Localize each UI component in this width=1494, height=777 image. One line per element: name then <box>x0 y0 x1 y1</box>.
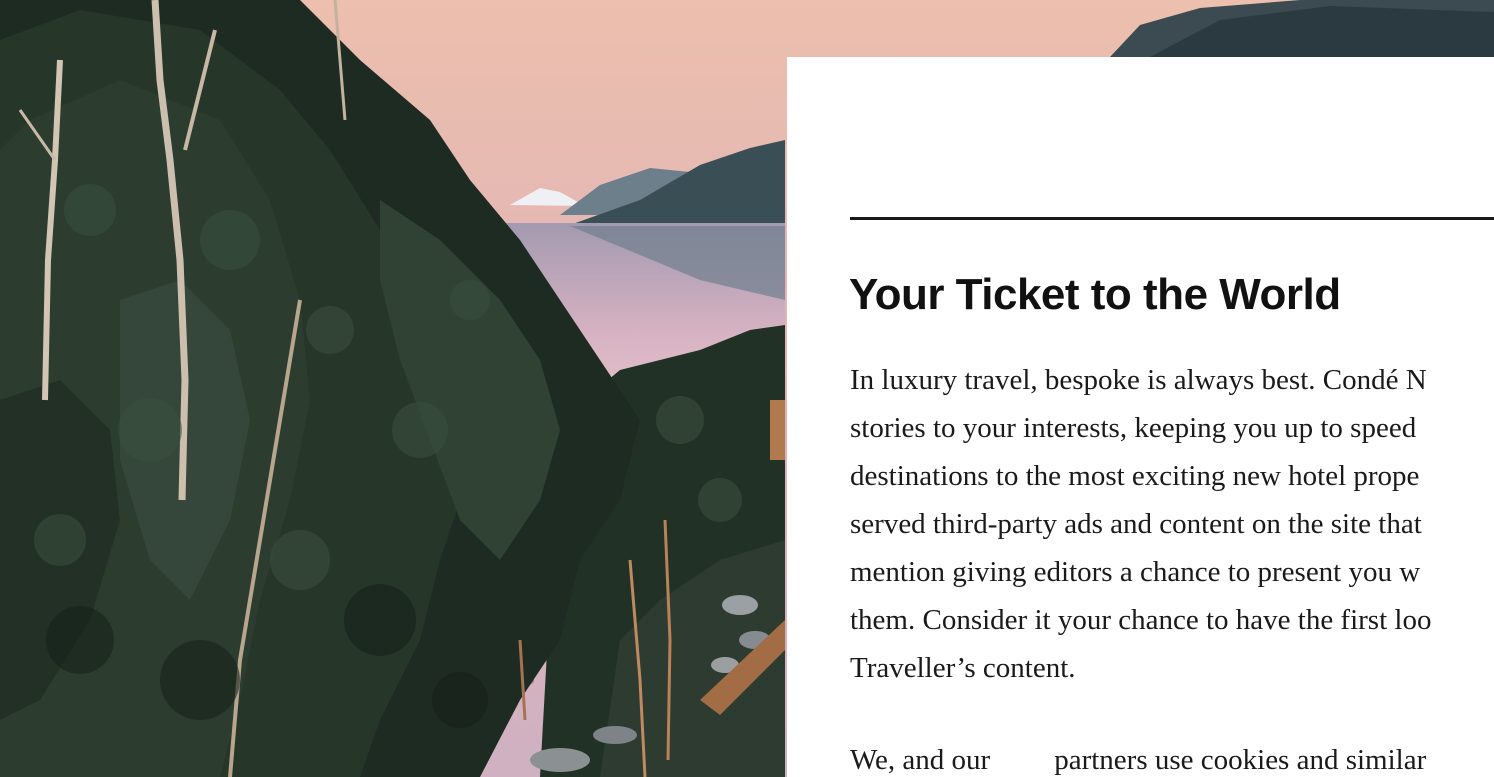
description-line: stories to your interests, keeping you u… <box>850 412 1417 444</box>
description-line: Traveller’s content. <box>850 652 1076 684</box>
description-line: destinations to the most exciting new ho… <box>850 460 1420 492</box>
dialog-title: Your Ticket to the World <box>849 270 1341 319</box>
cookie-consent-screen: Your Ticket to the World In luxury trave… <box>0 0 1494 777</box>
description-line: them. Consider it your chance to have th… <box>850 604 1432 636</box>
cookie-notice-start: We, and our <box>850 744 991 776</box>
description-line: In luxury travel, bespoke is always best… <box>850 364 1427 396</box>
consent-dialog: Your Ticket to the World In luxury trave… <box>787 57 1494 777</box>
dialog-description: In luxury travel, bespoke is always best… <box>850 356 1494 692</box>
description-line: mention giving editors a chance to prese… <box>850 556 1421 588</box>
cookie-notice-rest: partners use cookies and similar <box>1054 744 1427 776</box>
divider <box>850 217 1494 220</box>
description-line: served third-party ads and content on th… <box>850 508 1422 540</box>
cookie-notice: We, and our partners use cookies and simi… <box>850 736 1426 777</box>
